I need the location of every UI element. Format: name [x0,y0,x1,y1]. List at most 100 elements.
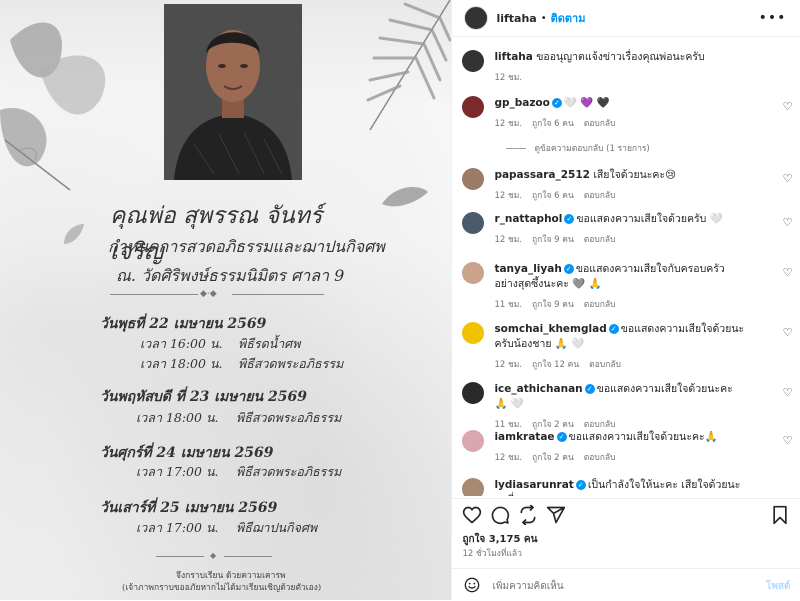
schedule-time: เวลา 18:00 น. [136,410,219,425]
comment-username[interactable]: tanya_liyah [494,263,561,275]
comment-item: somchai_khemglad ✓ ขอแสดงความเสียใจด้วยนะค… [462,322,792,371]
caption-time: 12 ชม. [494,73,523,83]
reply-button[interactable]: ตอบกลับ [584,119,616,129]
like-comment-heart-icon[interactable]: ♡ [783,386,793,399]
comment-item: papassara_2512 เสียใจด้วยนะคะ😢 12 ชม. ถูก… [462,168,792,202]
like-comment-heart-icon[interactable]: ♡ [783,326,793,339]
avatar[interactable] [462,168,485,190]
comment-likes[interactable]: ถูกใจ 2 คน [532,453,574,463]
post-actions [452,498,800,527]
avatar[interactable] [462,96,485,118]
comment-icon[interactable] [490,505,510,525]
schedule-day: วันเสาร์ที่ 25 เมษายน 2569 [100,500,278,516]
reply-button[interactable]: ตอบกลับ [589,360,621,370]
comment-likes[interactable]: ถูกใจ 9 คน [532,300,574,310]
follow-button[interactable]: ติดตาม [551,9,586,27]
comment-likes[interactable]: ถูกใจ 2 คน [532,420,574,430]
verified-badge-icon: ✓ [563,264,574,274]
avatar[interactable] [462,322,485,344]
comment-username[interactable]: iamkratae [494,431,554,443]
comment-time: 12 ชม. [494,191,523,201]
avatar[interactable] [464,6,489,30]
reply-button[interactable]: ตอบกลับ [584,235,616,245]
ornament-divider [224,556,272,557]
schedule-time: เวลา 18:00 น. [140,356,223,371]
like-comment-heart-icon[interactable]: ♡ [783,266,793,279]
comment-likes[interactable]: ถูกใจ 6 คน [532,119,574,129]
verified-badge-icon: ✓ [564,214,575,224]
caption: liftaha ขออนุญาตแจ้งข่าวเรื่องคุณพ่อนะคร… [462,50,792,84]
comment-likes[interactable]: ถูกใจ 9 คน [532,235,574,245]
reply-button[interactable]: ตอบกลับ [584,453,616,463]
like-comment-heart-icon[interactable]: ♡ [783,216,793,229]
post-image[interactable]: คุณพ่อ สุพรรณ จันทร์เจริญ กำหนดการสวดอภิ… [0,0,452,600]
comment-text: 🤍 💜 🖤 [563,97,610,109]
decorative-palm-leaf [366,0,452,131]
avatar[interactable] [462,430,485,452]
avatar[interactable] [462,382,485,404]
comment-text: ขอแสดงความเสียใจด้วยครับ 🤍 [576,213,723,225]
like-comment-heart-icon[interactable]: ♡ [783,434,793,447]
ornament-diamond: ◆ [210,551,217,560]
comment-username[interactable]: gp_bazoo [494,97,549,109]
verified-badge-icon: ✓ [556,432,567,442]
like-comment-heart-icon[interactable]: ♡ [783,172,793,185]
caption-text: ขออนุญาตแจ้งข่าวเรื่องคุณพ่อนะครับ [536,51,705,63]
comment-username[interactable]: lydiasarunrat [494,479,573,491]
comment-username[interactable]: ice_athichanan [494,383,582,395]
send-icon[interactable] [546,505,566,525]
comment-item: iamkratae ✓ ขอแสดงความเสียใจด้วยนะคะ🙏 12 ช… [462,430,792,464]
share-icon[interactable] [518,505,538,525]
ornament-divider [232,294,324,295]
decorative-leaf [64,224,84,244]
comment-username[interactable]: papassara_2512 [494,169,590,181]
decorative-leaf [382,187,428,207]
comment-likes[interactable]: ถูกใจ 6 คน [532,191,574,201]
view-replies-label[interactable]: ดูข้อความตอบกลับ (1 รายการ) [534,141,649,155]
post-header: liftaha • ติดตาม ••• [452,0,800,37]
comment-text: เสียใจด้วยนะคะ😢 [593,169,677,181]
memorial-venue: ณ. วัดศิริพงษ์ธรรมนิมิตร ศาลา 9 [116,266,345,285]
reply-button[interactable]: ตอบกลับ [584,300,616,310]
verified-badge-icon: ✓ [575,480,586,490]
avatar[interactable] [462,212,485,234]
likes-count[interactable]: ถูกใจ 3,175 คน [462,532,537,547]
ornament-divider [110,294,198,295]
portrait-photo [164,4,302,180]
post-button[interactable]: โพสต์ [766,579,791,594]
verified-badge-icon: ✓ [608,324,619,334]
comment-time: 12 ชม. [494,360,523,370]
schedule-event: พิธีฌาปนกิจศพ [236,520,318,535]
more-options-icon[interactable]: ••• [759,10,787,26]
decorative-flower [0,22,106,191]
reply-button[interactable]: ตอบกลับ [584,191,616,201]
comment-input[interactable] [490,577,735,595]
heart-icon[interactable] [462,505,482,525]
schedule-event: พิธีสวดพระอภิธรรม [236,410,342,425]
avatar[interactable] [462,262,485,284]
header-username[interactable]: liftaha [496,12,536,25]
schedule-day: วันศุกร์ที่ 24 เมษายน 2569 [100,445,274,461]
memorial-subtitle: กำหนดการสวดอภิธรรมและฌาปนกิจศพ [108,237,385,256]
add-comment-bar: โพสต์ [452,568,800,601]
comment-time: 12 ชม. [494,453,523,463]
comment-time: 11 ชม. [494,300,523,310]
schedule-day: วันพุธที่ 22 เมษายน 2569 [100,316,267,332]
comment-username[interactable]: r_nattaphol [494,213,562,225]
comment-username[interactable]: somchai_khemglad [494,323,606,335]
ornament-divider [156,556,204,557]
comment-item: r_nattaphol ✓ ขอแสดงความเสียใจด้วยครับ 🤍 1… [462,212,792,246]
caption-username[interactable]: liftaha [494,51,532,63]
view-replies-button[interactable]: ดูข้อความตอบกลับ (1 รายการ) [506,141,650,155]
avatar[interactable] [462,478,485,496]
avatar[interactable] [462,50,485,72]
schedule-event: พิธีรดน้ำศพ [238,336,301,351]
comment-text: ขอแสดงความเสียใจด้วยนะคะ🙏 [568,431,718,443]
bookmark-icon[interactable] [770,505,790,525]
reply-button[interactable]: ตอบกลับ [584,420,616,430]
verified-badge-icon: ✓ [551,98,562,108]
emoji-icon[interactable] [464,577,480,593]
like-comment-heart-icon[interactable]: ♡ [783,100,793,113]
schedule-day: วันพฤหัสบดี ที่ 23 เมษายน 2569 [100,389,307,405]
comment-likes[interactable]: ถูกใจ 12 คน [532,360,579,370]
